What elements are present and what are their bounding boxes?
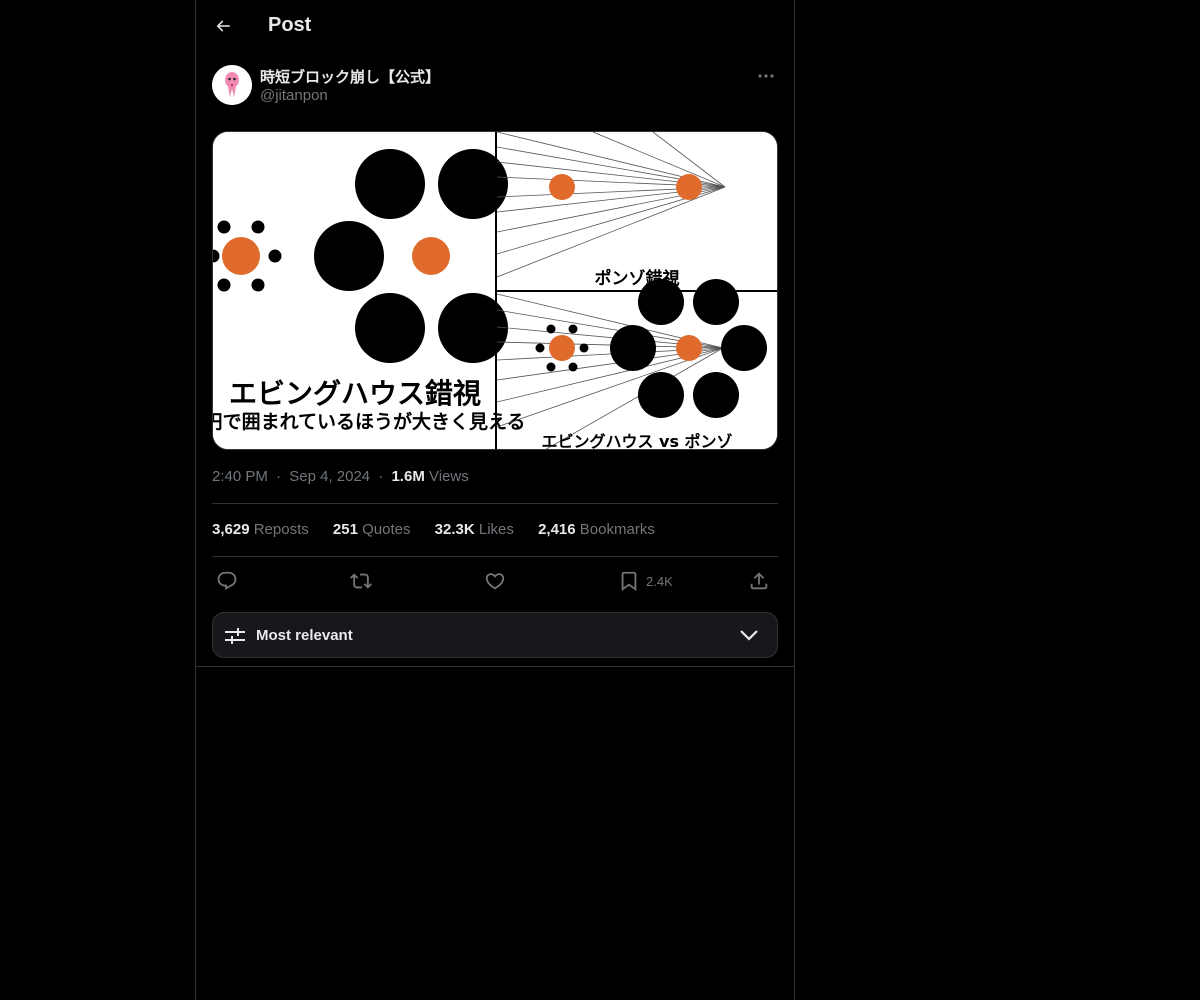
reply-button[interactable] [216, 568, 238, 594]
author-display-name[interactable]: 時短ブロック崩し【公式】 [260, 66, 440, 87]
reposts-stat[interactable]: 3,629 Reposts [212, 521, 309, 538]
share-button[interactable] [748, 568, 770, 594]
heart-icon [485, 573, 505, 590]
bookmark-count: 2.4K [646, 573, 673, 589]
page-title: Post [268, 14, 312, 36]
likes-label: Likes [478, 521, 514, 538]
quotes-stat[interactable]: 251 Quotes [333, 521, 411, 538]
author-handle[interactable]: @jitanpon [260, 87, 328, 104]
replies-sort-dropdown[interactable]: Most relevant [212, 612, 778, 658]
bookmark-icon [621, 571, 637, 592]
post-time[interactable]: 2:40 PM [212, 468, 268, 485]
quotes-count: 251 [332, 521, 358, 538]
post-date[interactable]: Sep 4, 2024 [289, 468, 370, 485]
action-bar: 2.4K [212, 568, 778, 596]
avatar-mascot-icon [212, 65, 252, 105]
divider [212, 503, 778, 504]
post-column: Post 時短ブロック崩し【公式】 @jitanpon エビングハウス錯視 小円… [195, 0, 795, 1000]
divider [212, 556, 778, 557]
illusion-image: エビングハウス錯視 小円で囲まれているほうが大きく見える ポンゾ錯視 エビングハ… [213, 132, 777, 450]
post-stats: 3,629 Reposts 251 Quotes 32.3K Likes 2,4… [212, 521, 675, 538]
reposts-count: 3,629 [212, 521, 250, 538]
meta-separator: · [378, 468, 384, 485]
meta-separator: · [276, 468, 282, 485]
like-button[interactable] [484, 568, 506, 594]
reply-icon [217, 571, 237, 590]
bookmark-button[interactable]: 2.4K [618, 568, 673, 594]
bookmarks-count: 2,416 [538, 521, 576, 538]
more-dots-icon [758, 74, 774, 78]
post-meta: 2:40 PM · Sep 4, 2024 · 1.6M Views [212, 468, 469, 485]
post-media[interactable]: エビングハウス錯視 小円で囲まれているほうが大きく見える ポンゾ錯視 エビングハ… [212, 131, 778, 450]
avatar[interactable] [212, 65, 252, 105]
post-author: 時短ブロック崩し【公式】 @jitanpon [212, 64, 778, 108]
views-count: 1.6M [391, 468, 425, 485]
likes-stat[interactable]: 32.3K Likes [435, 521, 514, 538]
divider [196, 666, 794, 667]
quotes-label: Quotes [362, 521, 411, 538]
back-button[interactable] [210, 13, 236, 39]
comparison-title: エビングハウス vs ポンゾ [541, 432, 732, 450]
more-options-button[interactable] [754, 64, 778, 88]
chevron-down-icon [740, 630, 758, 641]
repost-icon [350, 573, 372, 589]
ebbinghaus-title: エビングハウス錯視 [229, 377, 481, 410]
ebbinghaus-subtitle: 小円で囲まれているほうが大きく見える [213, 410, 525, 433]
repost-button[interactable] [350, 568, 372, 594]
top-bar: Post [196, 0, 794, 53]
reposts-label: Reposts [253, 521, 309, 538]
views-label: Views [429, 468, 469, 485]
sort-label: Most relevant [256, 627, 353, 644]
likes-count: 32.3K [434, 521, 475, 538]
bookmarks-stat[interactable]: 2,416 Bookmarks [538, 521, 655, 538]
arrow-left-icon [216, 20, 230, 32]
share-icon [750, 572, 768, 590]
bookmarks-label: Bookmarks [579, 521, 655, 538]
sliders-icon [225, 628, 245, 644]
